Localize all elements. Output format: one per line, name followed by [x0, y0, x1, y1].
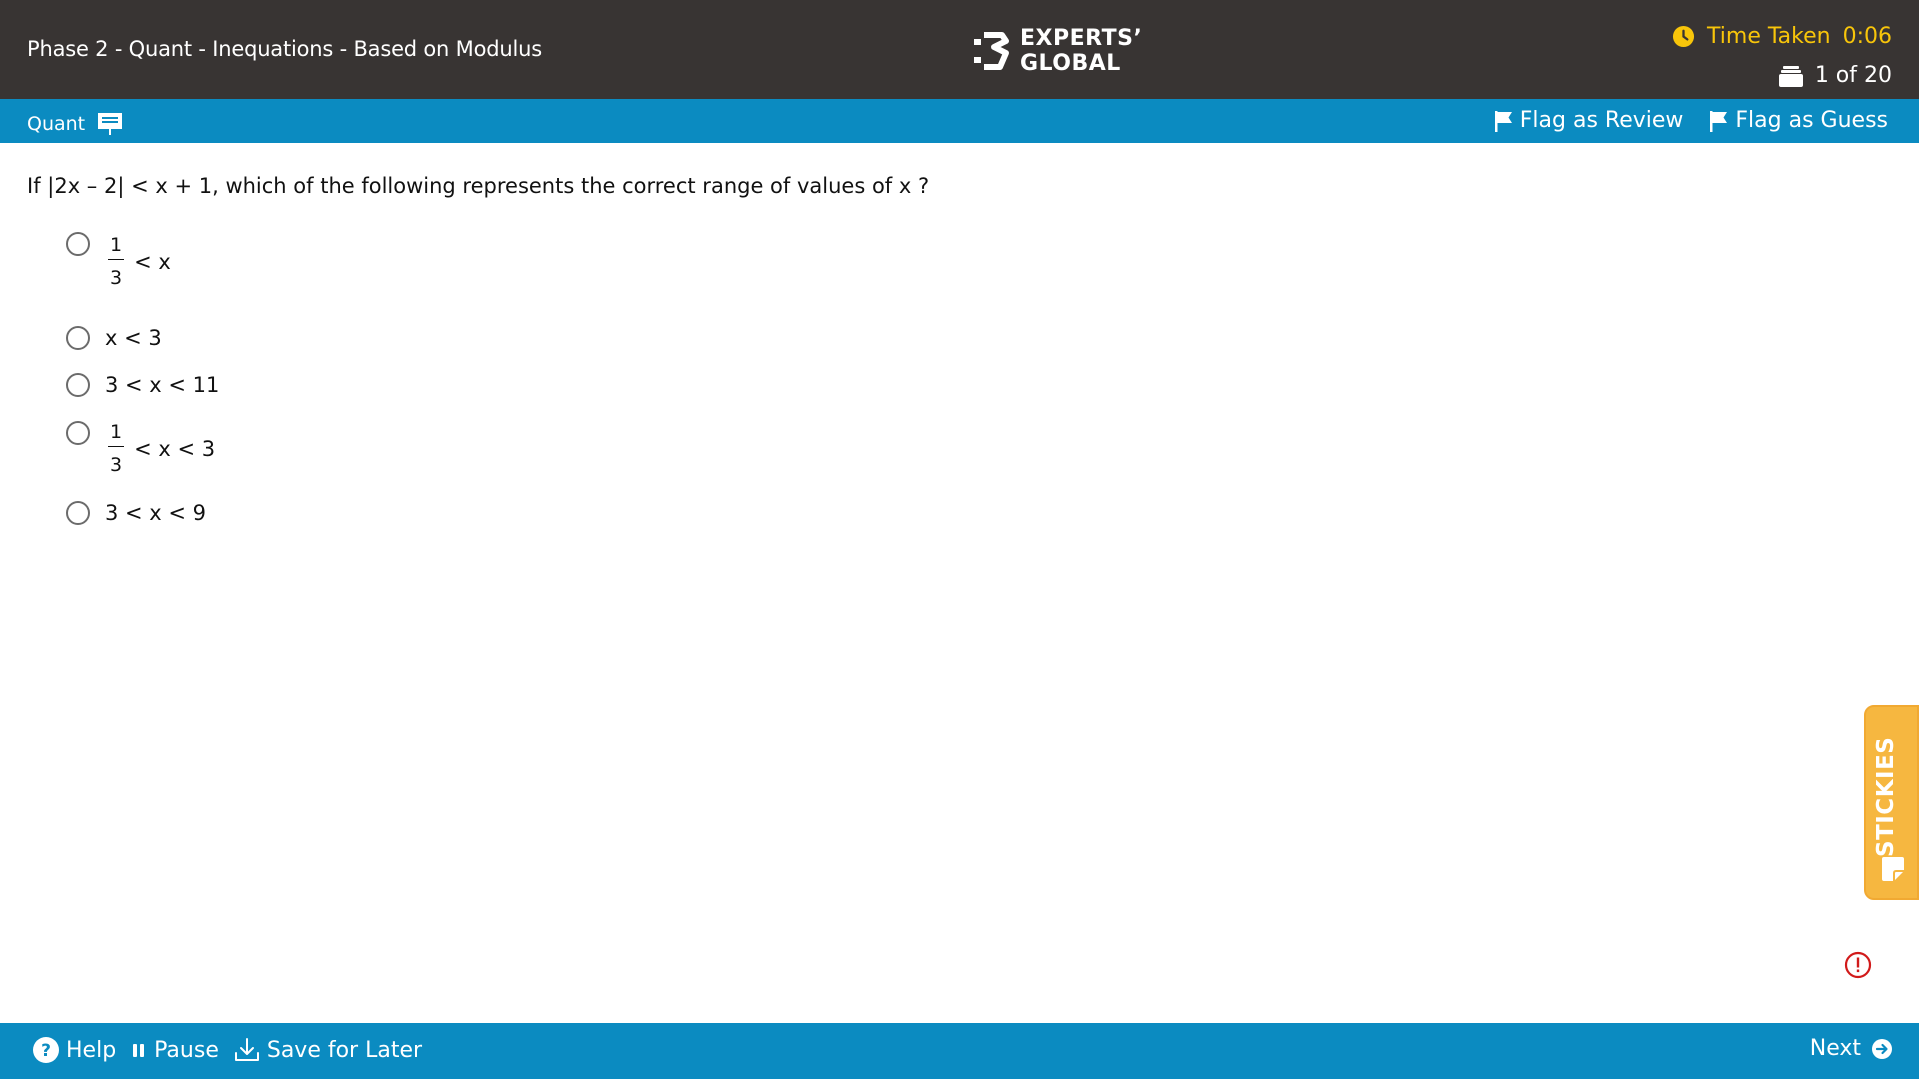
- stickies-label: STICKIES: [1873, 736, 1899, 857]
- save-for-later-button[interactable]: Save for Later: [233, 1036, 422, 1064]
- presentation-icon[interactable]: [97, 111, 123, 137]
- time-taken-value: 0:06: [1842, 24, 1892, 49]
- option-text: 3 < x < 11: [105, 373, 220, 397]
- pause-button[interactable]: Pause: [130, 1038, 219, 1063]
- help-label: Help: [66, 1037, 117, 1063]
- test-title: Phase 2 - Quant - Inequations - Based on…: [27, 37, 542, 61]
- flag-as-review-label: Flag as Review: [1519, 108, 1684, 133]
- fraction: 1 3: [108, 421, 125, 476]
- time-taken-label: Time Taken: [1707, 24, 1831, 49]
- brand-line-1: EXPERTS’: [1020, 26, 1143, 51]
- bottom-toolbar: ? Help Pause Save for Later Next: [0, 1023, 1919, 1079]
- flag-as-guess-label: Flag as Guess: [1735, 108, 1888, 133]
- arrow-right-circle-icon: [1872, 1038, 1892, 1059]
- option-text: x < 3: [105, 325, 162, 350]
- answer-options: 1 3 < x x < 3 3 < x < 11 1 3 < x < 3 3 <…: [66, 228, 219, 533]
- question-stack-icon: [1778, 65, 1803, 87]
- stickies-tab[interactable]: STICKIES: [1864, 705, 1919, 900]
- answer-option-2[interactable]: x < 3: [66, 314, 219, 361]
- question-counter-text: 1 of 20: [1814, 63, 1892, 88]
- radio-button[interactable]: [66, 232, 90, 256]
- option-text: < x: [134, 249, 171, 274]
- help-button[interactable]: ? Help: [32, 1036, 116, 1064]
- brand-line-2: GLOBAL: [1020, 51, 1121, 76]
- pause-icon: [133, 1044, 145, 1057]
- time-taken: Time Taken 0:06: [1672, 24, 1892, 49]
- option-text: < x < 3: [134, 436, 216, 461]
- answer-option-5[interactable]: 3 < x < 9: [66, 493, 219, 533]
- section-name: Quant: [27, 111, 123, 137]
- radio-button[interactable]: [66, 325, 90, 350]
- option-text: 3 < x < 9: [105, 501, 207, 525]
- clock-icon: [1673, 25, 1695, 48]
- pause-label: Pause: [154, 1037, 219, 1063]
- answer-option-1[interactable]: 1 3 < x: [66, 228, 219, 314]
- question-text: If |2x – 2| < x + 1, which of the follow…: [27, 174, 930, 198]
- flag-icon: [1710, 110, 1728, 132]
- radio-button[interactable]: [66, 501, 90, 525]
- help-icon: ?: [33, 1037, 59, 1063]
- section-bar: Quant Flag as Review Flag as Guess: [0, 99, 1919, 143]
- sticky-note-icon: [1882, 857, 1904, 881]
- answer-option-3[interactable]: 3 < x < 11: [66, 361, 219, 409]
- flag-as-guess-button[interactable]: Flag as Guess: [1709, 108, 1888, 133]
- next-label: Next: [1809, 1036, 1861, 1061]
- brand-logo: EXPERTS’ GLOBAL: [972, 26, 1142, 76]
- top-header: Phase 2 - Quant - Inequations - Based on…: [0, 0, 1919, 99]
- radio-button[interactable]: [66, 421, 90, 445]
- download-icon: [234, 1038, 259, 1061]
- answer-option-4[interactable]: 1 3 < x < 3: [66, 409, 219, 493]
- fraction: 1 3: [108, 234, 125, 289]
- question-counter: 1 of 20: [1778, 63, 1892, 88]
- save-for-later-label: Save for Later: [266, 1037, 423, 1063]
- section-label: Quant: [27, 113, 86, 135]
- radio-button[interactable]: [66, 373, 90, 397]
- logo-mark-icon: [974, 32, 1009, 70]
- alert-icon[interactable]: [1844, 951, 1872, 979]
- svg-text:?: ?: [41, 1041, 51, 1061]
- flag-icon: [1494, 110, 1512, 132]
- next-button[interactable]: Next: [1810, 1036, 1893, 1061]
- flag-as-review-button[interactable]: Flag as Review: [1494, 108, 1684, 133]
